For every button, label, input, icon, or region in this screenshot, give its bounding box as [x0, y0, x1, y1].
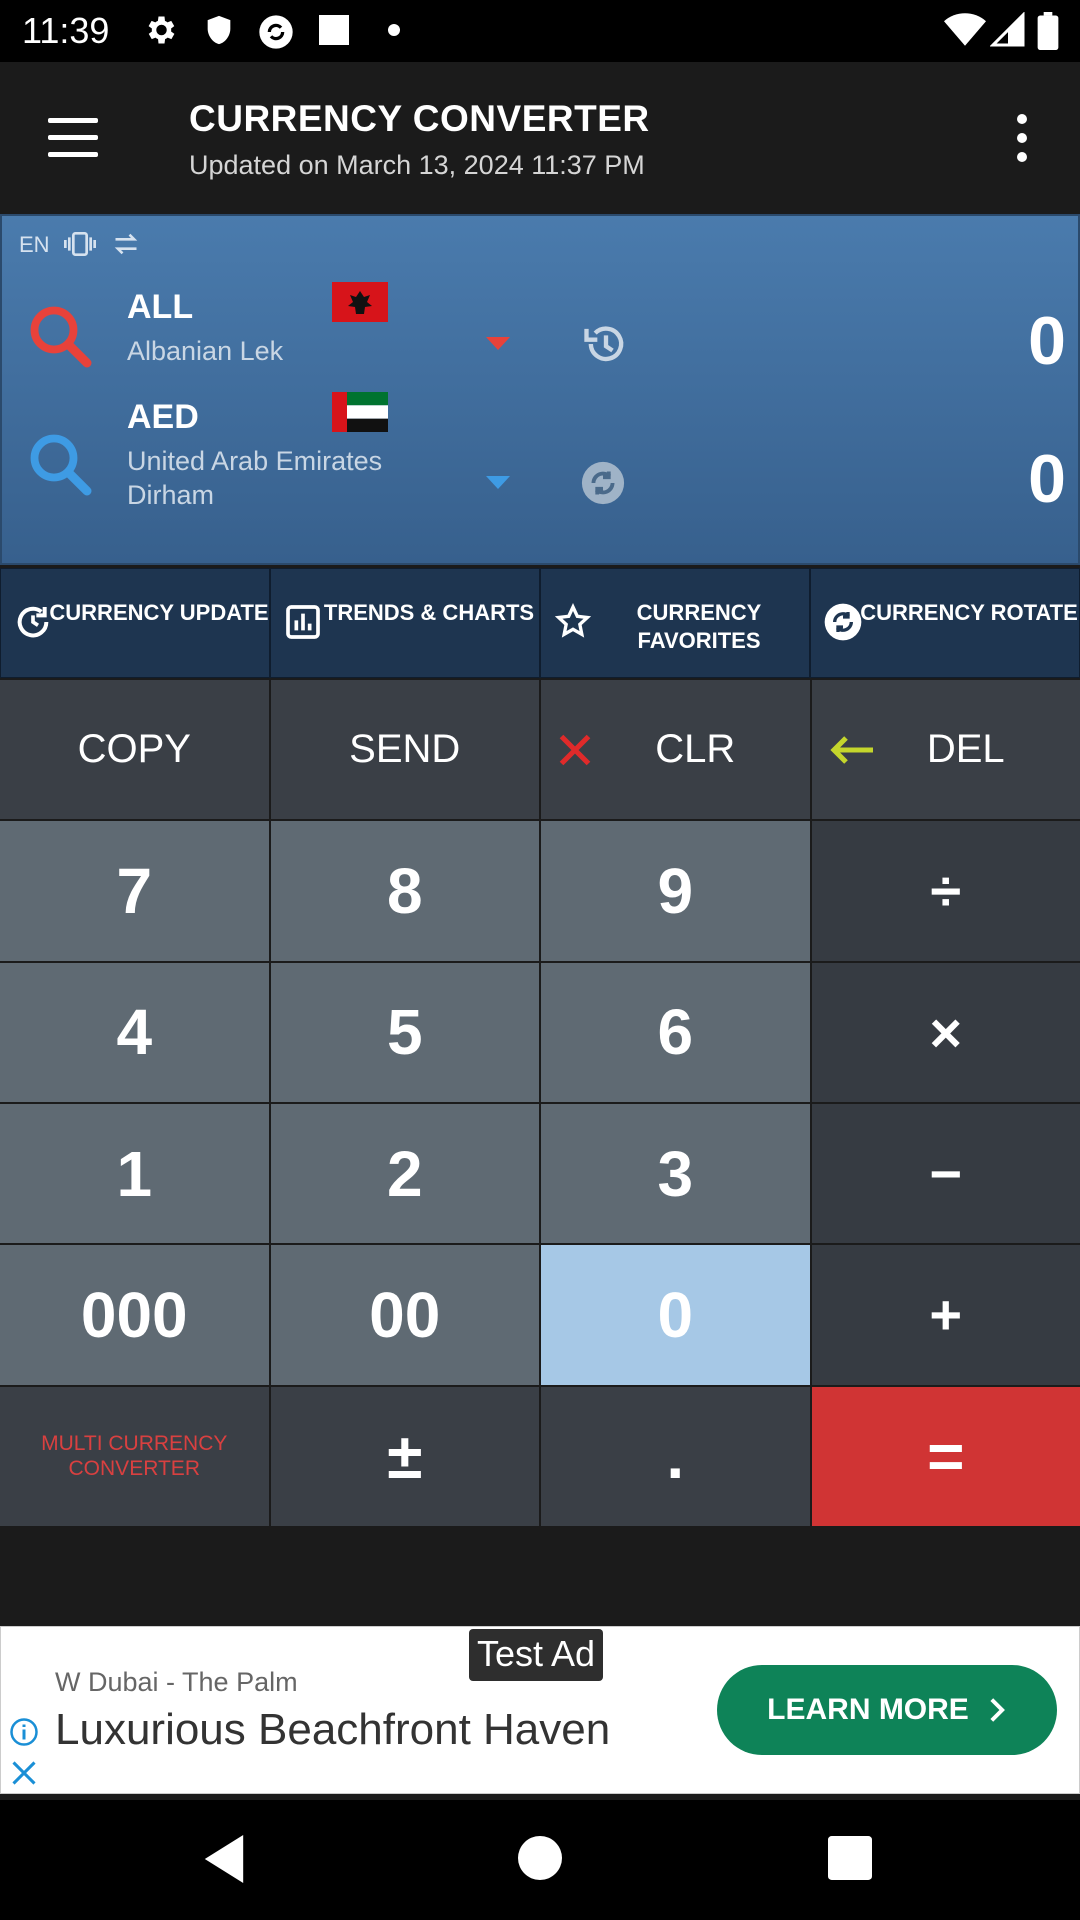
currency-favorites-button[interactable]: CURRENCY FAVORITES: [540, 568, 810, 678]
star-icon: [554, 603, 592, 638]
ad-banner[interactable]: Test Ad W Dubai - The Palm Luxurious Bea…: [0, 1626, 1080, 1794]
currency-favorites-label: CURRENCY FAVORITES: [636, 600, 762, 653]
key-6[interactable]: 6: [541, 962, 810, 1102]
key-8[interactable]: 8: [270, 821, 539, 961]
home-icon[interactable]: [518, 1836, 562, 1880]
key-0[interactable]: 0: [541, 1245, 810, 1385]
backspace-arrow-icon: [829, 736, 873, 764]
notification-dot-icon: [388, 24, 400, 36]
albania-flag-icon: [332, 282, 388, 322]
from-currency-name: Albanian Lek: [127, 336, 284, 366]
language-indicator[interactable]: EN: [19, 232, 50, 258]
keypad: COPY SEND CLR DEL 7 8 9 ÷ 4 5 6 × 1 2 3 …: [0, 680, 1080, 1526]
learn-more-label: LEARN MORE: [767, 1693, 969, 1726]
bar-chart-icon: [286, 605, 320, 639]
status-time: 11:39: [22, 10, 110, 51]
send-button[interactable]: SEND: [270, 680, 539, 820]
to-search-icon[interactable]: [24, 428, 96, 500]
history-icon[interactable]: [580, 318, 632, 370]
to-currency-name: United Arab Emirates Dirham: [127, 446, 383, 510]
converter-panel: EN ALL Albanian Lek 0 AED United Arab Em…: [0, 214, 1080, 565]
action-bar: CURRENCY UPDATE TRENDS & CHARTS CURRENCY…: [0, 568, 1080, 678]
currency-update-label: CURRENCY UPDATE: [49, 600, 269, 625]
divide-button[interactable]: ÷: [811, 821, 1080, 961]
from-amount[interactable]: 0: [1028, 302, 1066, 380]
ad-headline[interactable]: Luxurious Beachfront Haven: [55, 1705, 610, 1755]
wifi-icon: [944, 13, 986, 46]
test-ad-label: Test Ad: [469, 1629, 604, 1681]
key-7[interactable]: 7: [0, 821, 269, 961]
to-dropdown-icon[interactable]: [486, 476, 510, 489]
signal-icon: [990, 12, 1025, 47]
key-00[interactable]: 00: [270, 1245, 539, 1385]
from-currency-row[interactable]: ALL Albanian Lek 0: [2, 276, 1080, 406]
settings-icon: [148, 16, 175, 44]
currency-update-button[interactable]: CURRENCY UPDATE: [0, 568, 270, 678]
from-dropdown-icon[interactable]: [486, 337, 510, 350]
key-9[interactable]: 9: [541, 821, 810, 961]
multi-currency-converter-button[interactable]: MULTI CURRENCY CONVERTER: [0, 1386, 269, 1526]
system-nav-bar: [0, 1800, 1080, 1920]
plus-button[interactable]: +: [811, 1245, 1080, 1385]
from-search-icon[interactable]: [24, 300, 96, 372]
sync-app-icon: [259, 15, 293, 49]
clear-button[interactable]: CLR: [541, 680, 810, 820]
ad-close-icon[interactable]: [10, 1759, 38, 1787]
last-updated-text: Updated on March 13, 2024 11:37 PM: [189, 150, 645, 180]
app-bar: CURRENCY CONVERTER Updated on March 13, …: [0, 62, 1080, 214]
from-currency-code[interactable]: ALL: [127, 288, 193, 327]
decimal-button[interactable]: .: [541, 1386, 810, 1526]
learn-more-button[interactable]: LEARN MORE: [717, 1665, 1057, 1755]
delete-button[interactable]: DEL: [811, 680, 1080, 820]
delete-label: DEL: [926, 727, 1005, 772]
battery-icon: [1037, 12, 1059, 50]
trends-charts-button[interactable]: TRENDS & CHARTS: [270, 568, 540, 678]
key-000[interactable]: 000: [0, 1245, 269, 1385]
ad-info-icon[interactable]: [9, 1717, 39, 1747]
key-3[interactable]: 3: [541, 1103, 810, 1244]
currency-rotate-button[interactable]: CURRENCY ROTATE: [810, 568, 1080, 678]
multiply-button[interactable]: ×: [811, 962, 1080, 1102]
swap-arrows-icon[interactable]: [112, 230, 140, 258]
key-2[interactable]: 2: [270, 1103, 539, 1244]
back-icon[interactable]: [200, 1830, 248, 1888]
plus-minus-button[interactable]: ±: [270, 1386, 539, 1526]
copy-button[interactable]: COPY: [0, 680, 269, 820]
key-5[interactable]: 5: [270, 962, 539, 1102]
multi-currency-label: MULTI CURRENCY CONVERTER: [41, 1432, 228, 1481]
uae-flag-icon: [332, 392, 388, 432]
menu-button[interactable]: [40, 112, 106, 164]
currency-rotate-label: CURRENCY ROTATE: [860, 600, 1078, 625]
chevron-right-icon: [990, 1698, 1005, 1722]
overflow-menu-button[interactable]: [1000, 110, 1044, 166]
vibrate-icon[interactable]: [64, 230, 96, 258]
app-title: CURRENCY CONVERTER: [189, 98, 650, 139]
to-currency-code[interactable]: AED: [127, 398, 199, 437]
shield-icon: [207, 15, 231, 45]
to-currency-row[interactable]: AED United Arab Emirates Dirham 0: [2, 392, 1080, 536]
key-1[interactable]: 1: [0, 1103, 269, 1244]
trends-charts-label: TRENDS & CHARTS: [323, 600, 535, 625]
rotate-icon: [824, 603, 862, 641]
ad-advertiser: W Dubai - The Palm: [55, 1667, 298, 1697]
clear-label: CLR: [655, 727, 736, 772]
clear-x-icon: [559, 734, 591, 766]
to-amount[interactable]: 0: [1028, 440, 1066, 518]
minus-button[interactable]: −: [811, 1103, 1080, 1244]
refresh-rate-icon[interactable]: [580, 460, 626, 506]
recents-icon[interactable]: [828, 1836, 872, 1880]
key-4[interactable]: 4: [0, 962, 269, 1102]
equals-button[interactable]: =: [811, 1386, 1080, 1526]
status-bar: 11:39: [0, 0, 1080, 62]
refresh-clock-icon: [17, 606, 49, 638]
square-app-icon: [319, 15, 349, 45]
